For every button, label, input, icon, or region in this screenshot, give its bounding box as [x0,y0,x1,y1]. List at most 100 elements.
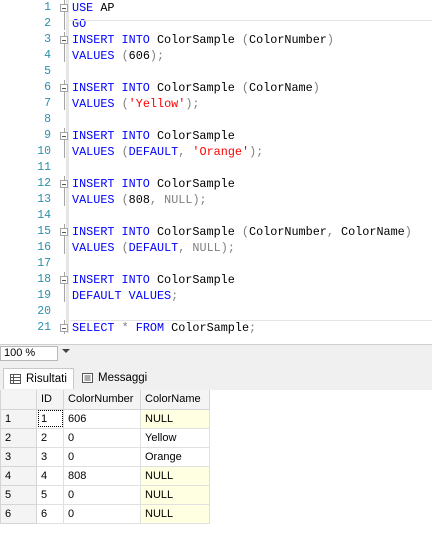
code-token: 808 [128,193,150,207]
code-token: 'Yellow' [128,97,186,111]
outline-collapse-toggle[interactable] [60,128,70,158]
outline-collapse-toggle[interactable] [60,272,70,302]
table-cell[interactable]: Yellow [140,427,210,448]
table-cell[interactable]: 0 [63,503,141,524]
collapse-icon[interactable] [60,4,68,12]
collapse-icon[interactable] [60,228,68,236]
code-token: VALUES [72,145,115,159]
table-cell[interactable]: 0 [63,484,141,505]
line-number: 11 [37,161,51,174]
column-header[interactable]: ColorName [140,390,210,410]
column-header[interactable]: ID [36,390,64,410]
code-token: INSERT INTO [72,177,150,191]
code-token: ColorNumber [249,225,327,239]
outline-collapse-toggle[interactable] [60,224,70,254]
query-editor[interactable]: 1 USE AP 2 GO 3 INSERT INTO ColorSample (Colo… [0,0,432,343]
tab-results[interactable]: Risultati [3,368,74,389]
table-cell[interactable]: 4 [36,465,64,486]
row-number[interactable]: 6 [0,503,37,524]
line-number: 7 [44,97,51,110]
code-line[interactable]: 5 [0,64,432,80]
line-number: 15 [37,225,51,238]
line-number: 12 [37,177,51,190]
code-token: ) [404,225,412,239]
collapse-icon[interactable] [60,276,68,284]
code-token: ( [121,193,129,207]
table-row[interactable]: 3 3 0 Orange [0,446,210,467]
column-header[interactable]: ColorNumber [63,390,141,410]
code-token: ColorNumber [249,33,327,47]
collapse-icon[interactable] [60,84,68,92]
results-grid: ID ColorNumber ColorName 1 1 606 NULL 2 2 0 Yel… [0,390,432,540]
row-number[interactable]: 2 [0,427,37,448]
code-text: VALUES ('Yellow'); [72,96,199,112]
tab-messages[interactable]: Messaggi [76,368,152,389]
table-cell[interactable]: Orange [140,446,210,467]
code-token: ColorName [333,225,405,239]
collapse-icon[interactable] [60,36,68,44]
table-row[interactable]: 2 2 0 Yellow [0,427,210,448]
zoom-select[interactable]: 100 % [0,346,58,361]
line-number: 3 [44,33,51,46]
code-token: FROM [135,321,165,335]
table-cell[interactable]: 3 [36,446,64,467]
table-cell[interactable]: 2 [36,427,64,448]
line-number: 8 [44,113,51,126]
table-cell[interactable]: 808 [63,465,141,486]
table-cell[interactable]: NULL [140,484,210,505]
code-token: ColorSample [149,129,235,143]
table-cell[interactable]: NULL [140,503,210,524]
code-line[interactable]: 17 [0,256,432,272]
collapse-icon[interactable] [60,324,68,332]
table-cell[interactable]: 606 [63,408,141,429]
code-line[interactable]: 14 [0,208,432,224]
code-token: ) [312,81,320,95]
outline-collapse-toggle[interactable] [60,32,70,62]
code-token: 'Orange' [192,145,250,159]
table-row[interactable]: 4 4 808 NULL [0,465,210,486]
code-token: ; [171,289,179,303]
table-row[interactable]: 6 6 0 NULL [0,503,210,524]
row-number[interactable]: 3 [0,446,37,467]
code-line[interactable]: 20 [0,304,432,320]
code-text: INSERT INTO ColorSample [72,176,235,192]
table-cell[interactable]: 0 [63,427,141,448]
collapse-icon[interactable] [60,132,68,140]
table-cell[interactable]: 5 [36,484,64,505]
line-number: 9 [44,129,51,142]
code-token: INSERT INTO [72,225,150,239]
table-cell[interactable]: 6 [36,503,64,524]
messages-icon [82,373,93,383]
line-number: 14 [37,209,51,222]
code-line[interactable]: 11 [0,160,432,176]
code-token: INSERT INTO [72,33,150,47]
outline-collapse-toggle[interactable] [60,176,70,206]
code-token: ); [149,49,165,63]
row-number[interactable]: 1 [0,408,37,429]
outline-collapse-toggle[interactable] [60,0,70,30]
row-number[interactable]: 4 [0,465,37,486]
outline-collapse-toggle[interactable] [60,320,70,334]
code-text: VALUES (606); [72,48,164,64]
collapse-icon[interactable] [60,180,68,188]
code-token: ( [241,81,249,95]
row-number[interactable]: 5 [0,484,37,505]
table-row[interactable]: 5 5 0 NULL [0,484,210,505]
table-cell[interactable]: NULL [140,408,210,429]
code-token: VALUES [72,49,115,63]
chevron-down-icon[interactable] [62,349,70,353]
table-row[interactable]: 1 1 606 NULL [0,408,210,429]
line-number: 21 [37,321,51,334]
row-number-header[interactable] [0,390,37,410]
table-cell[interactable]: 0 [63,446,141,467]
code-text: VALUES (DEFAULT, 'Orange'); [72,144,263,160]
table-cell[interactable]: 1 [36,408,64,429]
code-token: , [149,193,158,207]
code-token: ); [249,145,264,159]
table-cell[interactable]: NULL [140,465,210,486]
code-token: ColorSample [149,225,242,239]
outline-collapse-toggle[interactable] [60,80,70,110]
code-line[interactable]: 8 [0,112,432,128]
